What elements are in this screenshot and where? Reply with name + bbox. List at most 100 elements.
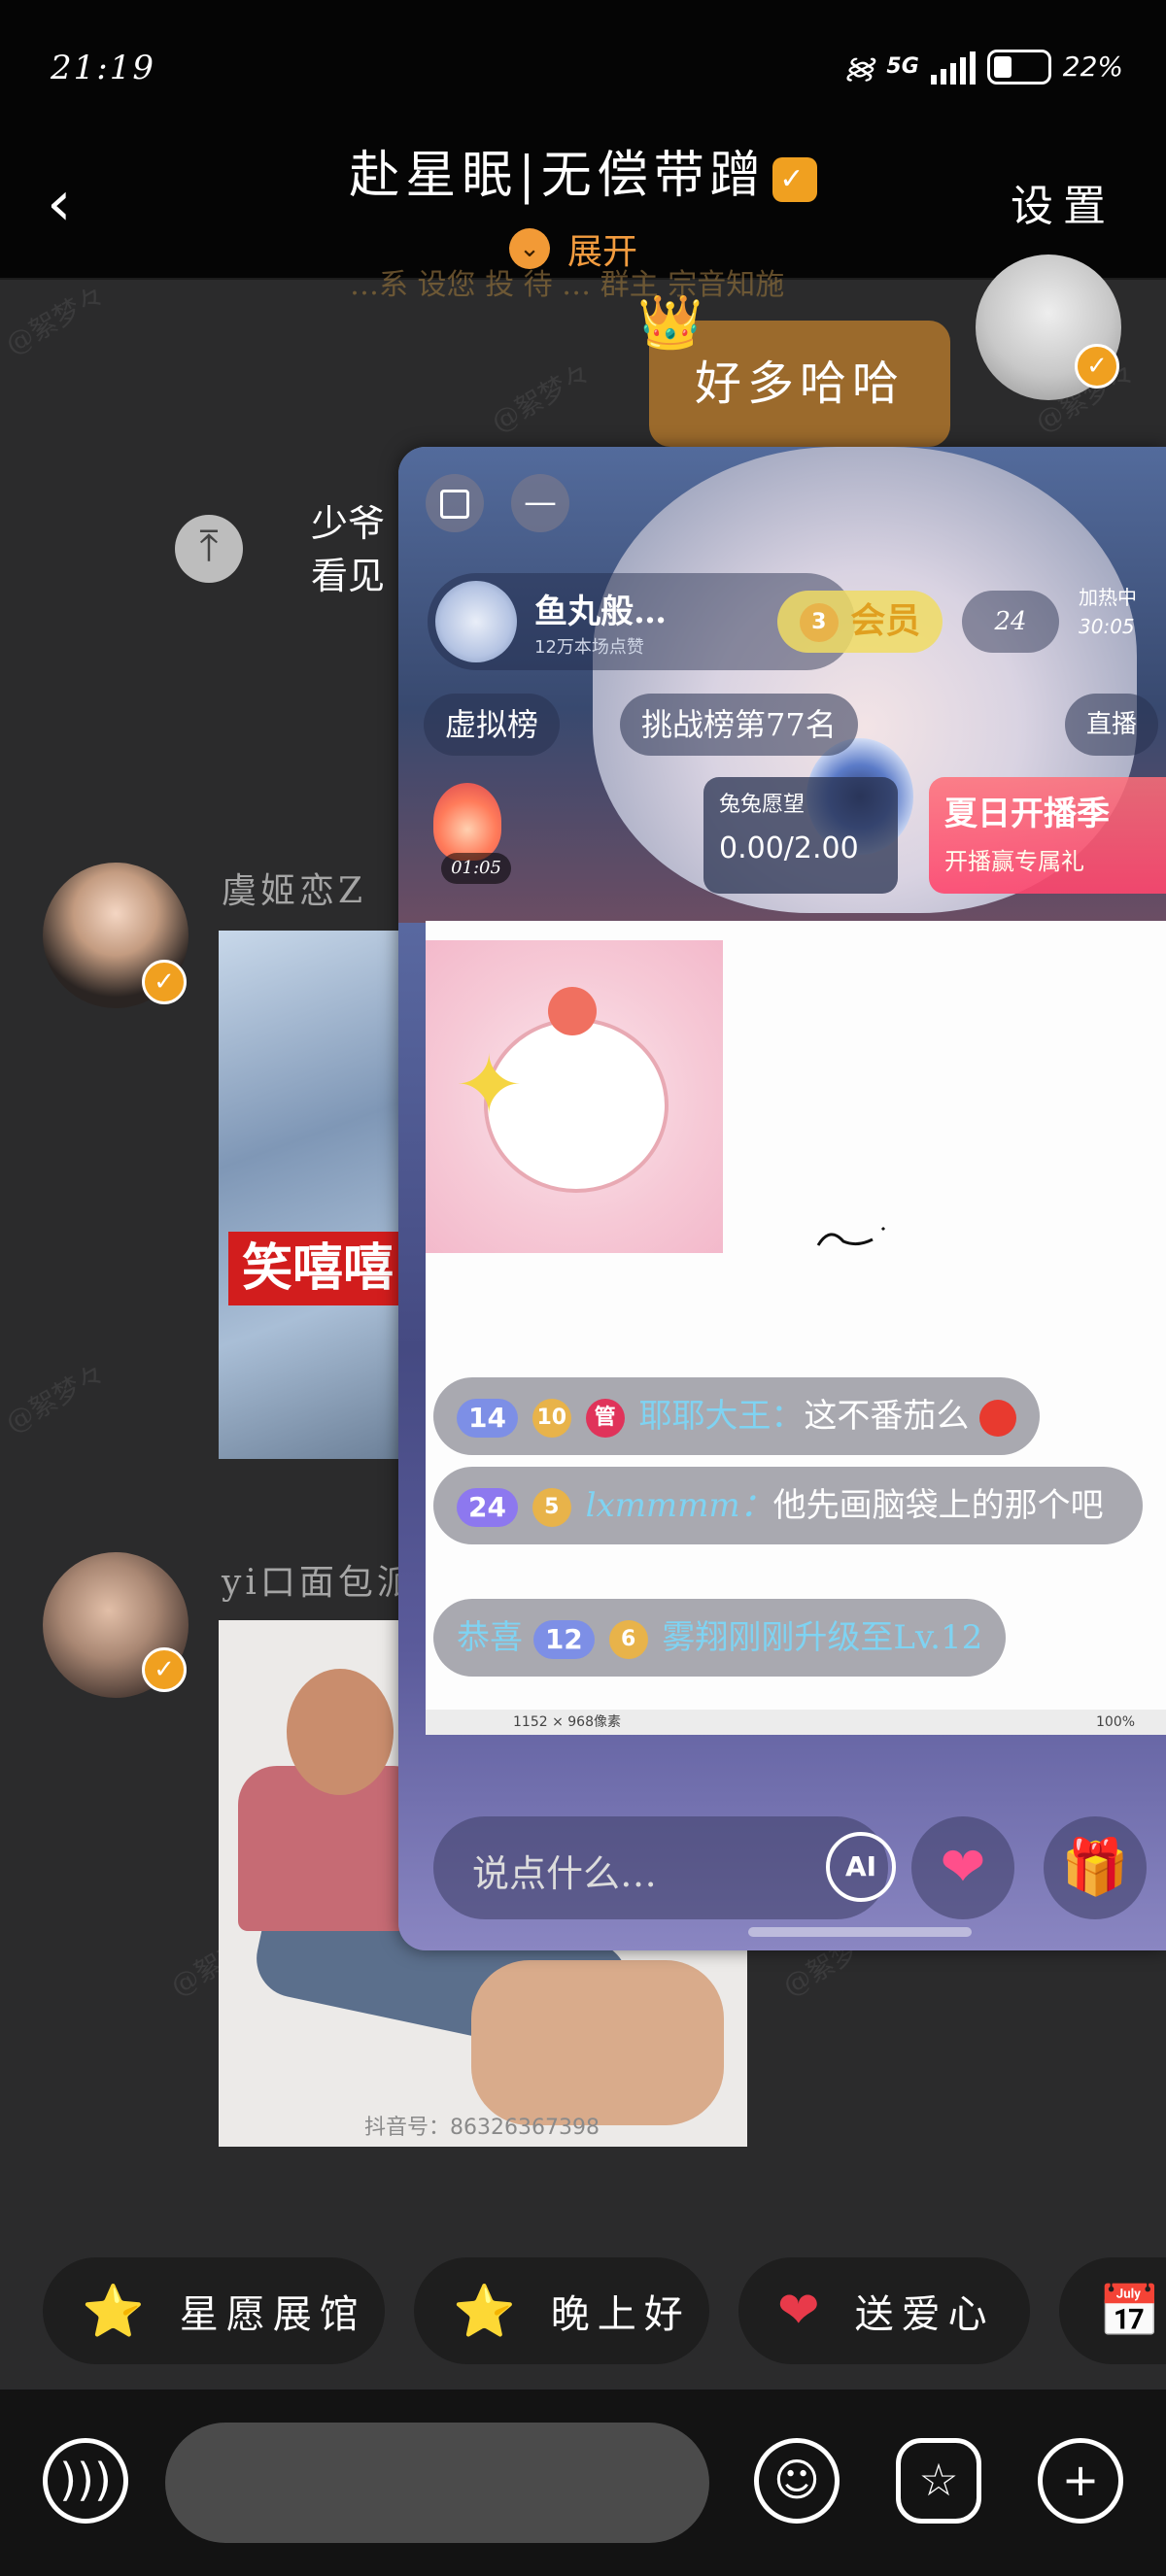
live-comment[interactable]: 24 5 lxmmmm：他先画脑袋上的那个吧 [433, 1467, 1143, 1544]
status-time: 21:19 [51, 49, 155, 87]
streamer-info[interactable]: 鱼丸般… 12万本场点赞 3 会员 [428, 573, 943, 670]
quick-reply-chip[interactable]: ⭐ 星愿展馆 [43, 2257, 385, 2364]
message-composer: ))) ☺ ☆ + [0, 2390, 1166, 2576]
system-notice: 恭喜 12 6 雾翔刚刚升级至Lv.12 [433, 1599, 1007, 1677]
heat-time: 30:05 [1079, 615, 1135, 638]
message-input[interactable] [165, 2423, 709, 2543]
comment-user[interactable]: 耶耶大王： [638, 1397, 804, 1436]
fullscreen-button[interactable] [426, 474, 484, 532]
viewer-count[interactable]: 24 [962, 591, 1059, 653]
gift-button[interactable]: 🎁 [1044, 1816, 1147, 1919]
like-button[interactable]: ❤ [911, 1816, 1014, 1919]
user-level-badge: 24 [457, 1488, 518, 1527]
quick-reply-chip[interactable]: ❤ 送爱心 [738, 2257, 1030, 2364]
user-level-badge: 12 [532, 1620, 595, 1659]
battery-level: 22% [1062, 51, 1123, 83]
wifi-icon: ᯼ [843, 51, 875, 85]
emoji-icon: ☺ [773, 2454, 820, 2506]
photo-content [287, 1669, 394, 1795]
watermark: @絮梦々 [486, 356, 597, 439]
sticker-button[interactable]: ☆ [896, 2438, 981, 2524]
event-subtitle: 开播赢专属礼 [944, 848, 1084, 875]
image-text: 笑嘻嘻 [228, 1232, 403, 1305]
admin-badge: 管 [585, 1399, 625, 1438]
notice-prefix: 恭喜 [457, 1618, 523, 1657]
watermark: @絮梦々 [0, 279, 111, 361]
arrow-up-icon: ⤒ [199, 522, 219, 571]
wish-progress: 0.00/2.00 [719, 831, 859, 865]
streamer-avatar[interactable] [435, 581, 517, 662]
star-icon: ✦ [455, 1037, 524, 1133]
partial-message: 少爷 看见 [311, 497, 385, 602]
rank-chip[interactable]: 直播 [1065, 694, 1159, 756]
gift-icon: 🎁 [1061, 1836, 1129, 1899]
quick-reply-label: 送爱心 [854, 2292, 995, 2337]
streamer-name: 鱼丸般… [534, 593, 667, 631]
photo-content [471, 1960, 724, 2125]
member-label: 会员 [850, 601, 921, 641]
voice-icon: ))) [59, 2454, 112, 2506]
member-level: 3 [799, 603, 839, 642]
flame-icon[interactable] [433, 783, 501, 861]
fan-level-badge: 5 [532, 1488, 571, 1527]
group-title: 赴星眠|无偿带蹭 ✓ [0, 134, 1166, 207]
window-drag-handle[interactable] [748, 1927, 972, 1937]
partial-message-line: 看见 [311, 555, 386, 597]
summer-event-banner[interactable]: 夏日开播季 开播赢专属礼 [929, 777, 1166, 894]
document-status-bar: 1152 × 968像素 100% [426, 1710, 1166, 1735]
comment-text: 他先画脑袋上的那个吧 [772, 1486, 1104, 1525]
wish-label: 兔兔愿望 [719, 793, 806, 817]
wish-card[interactable]: 兔兔愿望 0.00/2.00 [703, 777, 898, 894]
fan-level-badge: 10 [532, 1399, 571, 1438]
member-button[interactable]: 3 会员 [777, 591, 943, 653]
image-message[interactable]: 笑嘻嘻 [219, 931, 403, 1459]
comment-user[interactable]: lxmmmm： [586, 1486, 773, 1525]
sender-name: 虞姬恋Z [222, 871, 367, 911]
verified-badge-icon: ✓ [772, 156, 817, 202]
ai-assistant-button[interactable]: AI [826, 1832, 896, 1902]
live-comment-input[interactable]: 说点什么… AI [433, 1816, 896, 1919]
heart-icon: ❤ [777, 2282, 828, 2340]
minus-icon: — [524, 483, 557, 522]
input-placeholder: 说点什么… [472, 1852, 658, 1895]
tomato-icon [979, 1400, 1017, 1437]
calendar-icon: 📅 [1098, 2282, 1166, 2341]
more-button[interactable]: + [1038, 2438, 1123, 2524]
live-comment[interactable]: 14 10 管 耶耶大王：这不番茄么 [433, 1377, 1041, 1455]
quick-reply-chip[interactable]: ⭐ 晚上好 [414, 2257, 709, 2364]
image-caption: 抖音号：86326367398 [364, 2116, 600, 2140]
quick-reply-chip[interactable]: 📅 [1059, 2257, 1166, 2364]
sender-name: yi口面包派 [222, 1563, 416, 1603]
floating-live-window[interactable]: — 鱼丸般… 12万本场点赞 3 会员 24 加热中 30:05 虚拟榜 挑战榜… [398, 447, 1166, 1950]
live-stream-view[interactable]: — 鱼丸般… 12万本场点赞 3 会员 24 加热中 30:05 虚拟榜 挑战榜… [398, 447, 1166, 923]
signal-icon [930, 50, 976, 85]
crown-icon: 👑 [637, 291, 703, 353]
comment-text: 这不番茄么 [804, 1397, 970, 1436]
canvas-size: 1152 × 968像素 [513, 1714, 621, 1730]
status-bar: 21:19 ᯼ 5G 22% [0, 0, 1166, 126]
network-label: 5G [886, 54, 919, 79]
partial-message-line: 少爷 [311, 502, 386, 545]
verified-badge-icon: ✓ [142, 1647, 187, 1692]
streamer-subtitle: 12万本场点赞 [534, 637, 644, 658]
event-title: 夏日开播季 [944, 795, 1110, 833]
quick-reply-label: 星愿展馆 [179, 2292, 366, 2337]
fan-level-badge: 6 [608, 1620, 648, 1659]
battery-icon [986, 49, 1051, 85]
voice-button[interactable]: ))) [43, 2438, 128, 2524]
settings-button[interactable]: 设置 [1011, 171, 1115, 233]
emoji-button[interactable]: ☺ [754, 2438, 840, 2524]
star-face-icon: ⭐ [453, 2282, 524, 2341]
user-level-badge: 14 [457, 1399, 518, 1438]
sticker-icon: ☆ [918, 2454, 959, 2506]
rank-chip[interactable]: 虚拟榜 [424, 694, 561, 756]
rank-chip[interactable]: 挑战榜第77名 [620, 694, 858, 756]
zoom-level: 100% [1096, 1714, 1136, 1730]
scroll-to-top-button[interactable]: ⤒ [175, 515, 243, 583]
minimize-button[interactable]: — [511, 474, 569, 532]
heat-status: 加热中 30:05 [1079, 583, 1137, 641]
strawberry-icon [548, 987, 597, 1035]
star-face-icon: ⭐ [82, 2282, 153, 2341]
plus-icon: + [1061, 2454, 1100, 2506]
verified-badge-icon: ✓ [142, 960, 187, 1004]
